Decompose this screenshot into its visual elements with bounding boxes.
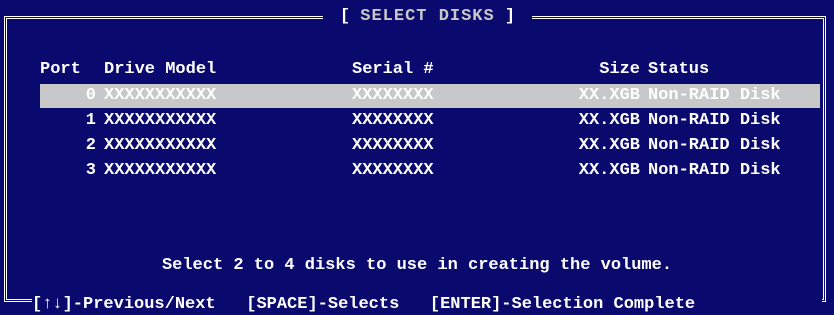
disk-row-3[interactable]: 3 XXXXXXXXXXX XXXXXXXX XX.XGB Non-RAID D… — [40, 159, 820, 183]
disk-model: XXXXXXXXXXX — [104, 86, 217, 105]
key-help-space: [SPACE]-Selects — [246, 295, 400, 314]
key-help-nav: [↑↓]-Previous/Next — [32, 295, 216, 314]
disk-status: Non-RAID Disk — [648, 136, 781, 155]
disk-serial: XXXXXXXX — [352, 111, 434, 130]
header-serial: Serial # — [352, 60, 434, 79]
table-header: Port Drive Model Serial # Size Status — [40, 58, 820, 82]
disk-size: XX.XGB — [578, 136, 640, 155]
header-port: Port — [40, 60, 81, 79]
disk-port: 3 — [85, 161, 96, 180]
key-help-enter: [ENTER]-Selection Complete — [429, 295, 696, 314]
select-disks-screen: [ SELECT DISKS ] Port Drive Model Serial… — [0, 0, 834, 315]
instruction-text: Select 2 to 4 disks to use in creating t… — [161, 256, 673, 275]
disk-size: XX.XGB — [578, 161, 640, 180]
key-help-bar: [↑↓]-Previous/Next [SPACE]-Selects [ENTE… — [32, 294, 822, 315]
disk-model: XXXXXXXXXXX — [104, 111, 217, 130]
disk-serial: XXXXXXXX — [352, 86, 434, 105]
dialog-title: [ SELECT DISKS ] — [323, 6, 532, 28]
disk-status: Non-RAID Disk — [648, 111, 781, 130]
disk-row-0[interactable]: 0 XXXXXXXXXXX XXXXXXXX XX.XGB Non-RAID D… — [40, 84, 820, 108]
disk-status: Non-RAID Disk — [648, 161, 781, 180]
header-size: Size — [599, 60, 640, 79]
disk-size: XX.XGB — [578, 111, 640, 130]
disk-model: XXXXXXXXXXX — [104, 136, 217, 155]
title-bracket-open: [ — [339, 7, 351, 26]
disk-row-1[interactable]: 1 XXXXXXXXXXX XXXXXXXX XX.XGB Non-RAID D… — [40, 109, 820, 133]
disk-port: 0 — [85, 86, 96, 105]
disk-port: 2 — [85, 136, 96, 155]
disk-status: Non-RAID Disk — [648, 86, 781, 105]
disk-serial: XXXXXXXX — [352, 161, 434, 180]
disk-row-2[interactable]: 2 XXXXXXXXXXX XXXXXXXX XX.XGB Non-RAID D… — [40, 134, 820, 158]
disk-size: XX.XGB — [578, 86, 640, 105]
disk-model: XXXXXXXXXXX — [104, 161, 217, 180]
title-text: SELECT DISKS — [360, 7, 495, 26]
header-drive-model: Drive Model — [104, 60, 217, 79]
disk-serial: XXXXXXXX — [352, 136, 434, 155]
title-bracket-close: ] — [504, 7, 516, 26]
header-status: Status — [648, 60, 710, 79]
disk-port: 1 — [85, 111, 96, 130]
